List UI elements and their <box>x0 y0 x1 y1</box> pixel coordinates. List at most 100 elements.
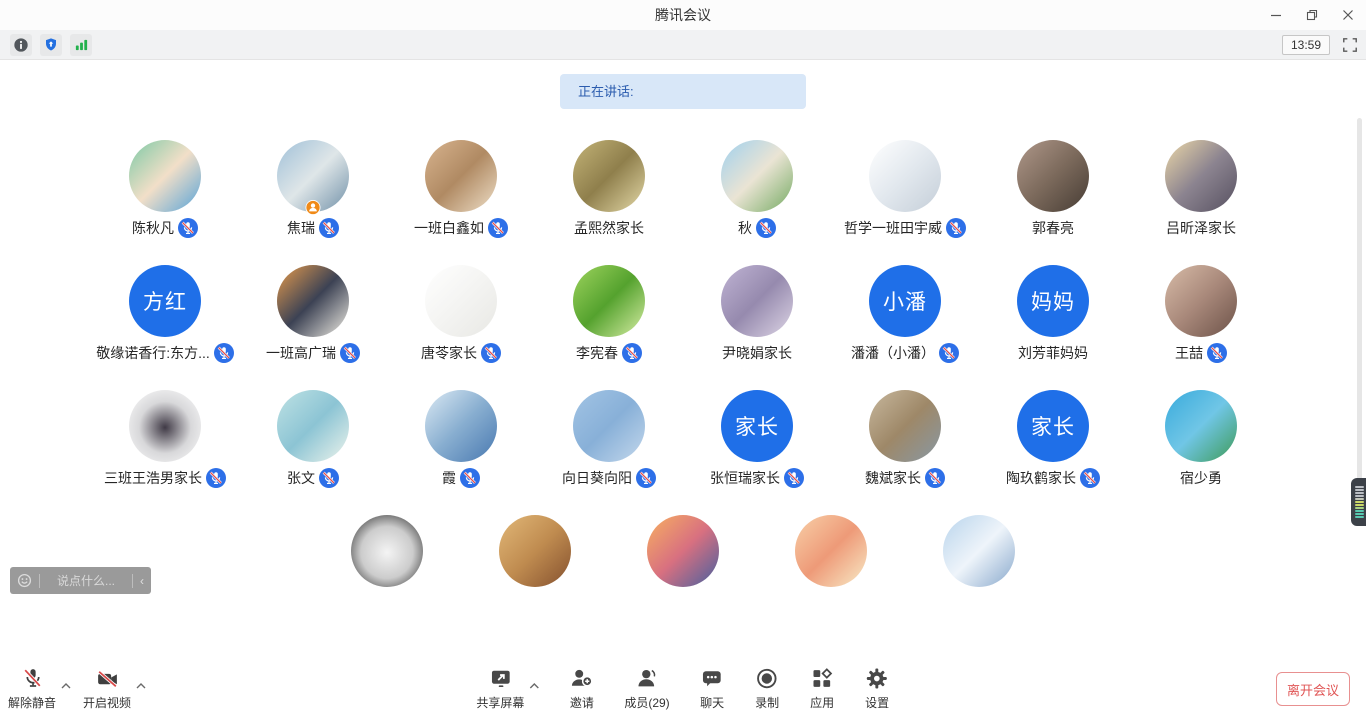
chat-button[interactable]: 聊天 <box>700 666 725 711</box>
avatar <box>573 390 645 462</box>
participant-tile[interactable]: 陈秋凡 <box>91 140 239 238</box>
participant-tile[interactable]: 宿少勇 <box>1127 390 1275 488</box>
participant-tile[interactable] <box>609 515 757 587</box>
participant-nameline: 敬缘诺香行:东方... <box>96 343 234 363</box>
participant-name: 唐苓家长 <box>421 343 477 363</box>
meter-stripe <box>1355 501 1364 503</box>
participant-tile[interactable]: 妈妈 刘芳菲妈妈 <box>979 265 1127 363</box>
participant-row <box>0 515 1366 587</box>
meter-stripe <box>1355 495 1364 497</box>
participant-tile[interactable] <box>461 515 609 587</box>
record-button[interactable]: 录制 <box>755 666 780 711</box>
mic-muted-badge-icon <box>340 343 360 363</box>
avatar <box>425 140 497 212</box>
share-screen-icon <box>488 666 513 691</box>
avatar: 家长 <box>721 390 793 462</box>
meter-stripe <box>1355 510 1364 512</box>
restore-button[interactable] <box>1294 0 1330 30</box>
participant-tile[interactable] <box>905 515 1053 587</box>
avatar: 家长 <box>1017 390 1089 462</box>
participant-tile[interactable]: 家长 张恒瑞家长 <box>683 390 831 488</box>
participant-name: 吕昕泽家长 <box>1166 218 1236 238</box>
participant-grid: 陈秋凡 <box>0 60 1366 587</box>
participant-tile[interactable]: 哲学一班田宇威 <box>831 140 979 238</box>
start-video-button[interactable]: 开启视频 <box>83 666 131 711</box>
mic-muted-badge-icon <box>460 468 480 488</box>
avatar <box>129 390 201 462</box>
participant-tile[interactable]: 焦瑞 <box>239 140 387 238</box>
invite-button[interactable]: 邀请 <box>569 666 594 711</box>
unmute-button[interactable]: 解除静音 <box>8 666 56 711</box>
participant-tile[interactable]: 家长 陶玖鹤家长 <box>979 390 1127 488</box>
members-icon <box>635 666 660 691</box>
mic-muted-badge-icon <box>1080 468 1100 488</box>
participant-tile[interactable]: 秋 <box>683 140 831 238</box>
participant-nameline: 孟熙然家长 <box>574 218 644 238</box>
participant-tile[interactable]: 一班白鑫如 <box>387 140 535 238</box>
participant-tile[interactable]: 小潘 潘潘（小潘） <box>831 265 979 363</box>
share-screen-button[interactable]: 共享屏幕 <box>476 666 524 711</box>
meeting-info-button[interactable] <box>10 34 32 56</box>
security-button[interactable] <box>40 34 62 56</box>
participant-tile[interactable]: 李宪春 <box>535 265 683 363</box>
participant-tile[interactable]: 郭春亮 <box>979 140 1127 238</box>
members-label: 成员(29) <box>624 694 669 711</box>
mic-muted-badge-icon <box>784 468 804 488</box>
video-options-chevron-icon[interactable] <box>136 683 146 689</box>
participant-tile[interactable]: 三班王浩男家长 <box>91 390 239 488</box>
avatar-text: 家长 <box>1031 411 1075 441</box>
participant-tile[interactable]: 方红 敬缘诺香行:东方... <box>91 265 239 363</box>
participant-tile[interactable]: 向日葵向阳 <box>535 390 683 488</box>
chat-collapse-chevron[interactable]: ‹ <box>140 574 144 588</box>
participant-tile[interactable]: 唐苓家长 <box>387 265 535 363</box>
participant-tile[interactable]: 吕昕泽家长 <box>1127 140 1275 238</box>
participant-tile[interactable]: 王喆 <box>1127 265 1275 363</box>
participant-nameline: 尹晓娟家长 <box>722 343 792 363</box>
participant-tile[interactable]: 张文 <box>239 390 387 488</box>
avatar: 小潘 <box>869 265 941 337</box>
meter-stripe <box>1355 498 1364 500</box>
fullscreen-icon[interactable] <box>1342 37 1358 53</box>
participant-tile[interactable] <box>313 515 461 587</box>
leave-meeting-button[interactable]: 离开会议 <box>1276 672 1350 706</box>
meter-stripe <box>1355 507 1364 509</box>
avatar <box>277 140 349 212</box>
participant-nameline: 陶玖鹤家长 <box>1006 468 1100 488</box>
avatar: 方红 <box>129 265 201 337</box>
minimize-icon <box>1270 9 1282 21</box>
participant-name: 尹晓娟家长 <box>722 343 792 363</box>
participant-nameline: 三班王浩男家长 <box>104 468 226 488</box>
host-badge-icon <box>306 200 321 215</box>
participant-tile[interactable]: 魏斌家长 <box>831 390 979 488</box>
apps-label: 应用 <box>810 694 834 711</box>
minimize-button[interactable] <box>1258 0 1294 30</box>
members-button[interactable]: 成员(29) <box>624 666 669 711</box>
participant-tile[interactable] <box>757 515 905 587</box>
apps-button[interactable]: 应用 <box>810 666 835 711</box>
participant-tile[interactable]: 孟熙然家长 <box>535 140 683 238</box>
speaking-banner: 正在讲话: <box>560 74 806 109</box>
close-button[interactable] <box>1330 0 1366 30</box>
titlebar: 腾讯会议 <box>0 0 1366 30</box>
network-status-button[interactable] <box>70 34 92 56</box>
participant-nameline: 焦瑞 <box>287 218 339 238</box>
emoji-icon[interactable] <box>17 573 32 588</box>
mic-muted-badge-icon <box>319 218 339 238</box>
quick-chat-box[interactable]: 说点什么... ‹ <box>10 567 151 594</box>
settings-button[interactable]: 设置 <box>865 666 890 711</box>
participant-tile[interactable]: 霞 <box>387 390 535 488</box>
mic-muted-badge-icon <box>1207 343 1227 363</box>
mic-options-chevron-icon[interactable] <box>61 683 71 689</box>
invite-person-icon <box>569 666 594 691</box>
participant-tile[interactable]: 尹晓娟家长 <box>683 265 831 363</box>
participant-nameline: 潘潘（小潘） <box>851 343 959 363</box>
participant-name: 潘潘（小潘） <box>851 343 935 363</box>
participant-row: 陈秋凡 <box>0 140 1366 238</box>
participant-nameline: 王喆 <box>1175 343 1227 363</box>
participant-nameline: 宿少勇 <box>1180 468 1222 488</box>
participant-tile[interactable]: 一班高广瑞 <box>239 265 387 363</box>
grid-scrollbar[interactable] <box>1357 118 1362 490</box>
share-options-chevron-icon[interactable] <box>529 683 539 689</box>
avatar <box>277 265 349 337</box>
chat-input-placeholder[interactable]: 说点什么... <box>47 572 125 589</box>
